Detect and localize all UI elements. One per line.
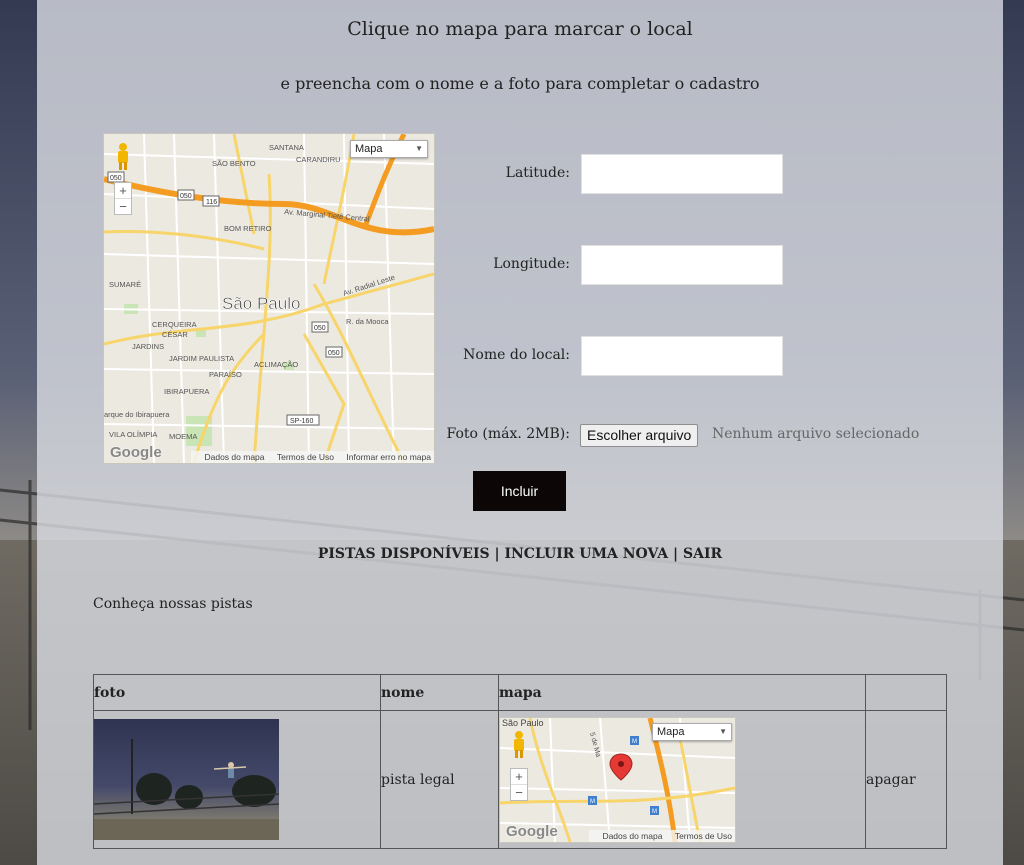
map-footer: Dados do mapa Termos de Uso Informar err… (191, 451, 434, 463)
map-type-dropdown[interactable]: Mapa ▼ (652, 722, 732, 741)
svg-text:050: 050 (328, 350, 340, 357)
location-picker-map[interactable]: SÃO BENTO SANTANA CARANDIRU BOM RETIRO S… (103, 133, 435, 464)
row-name-cell: pista legal (380, 710, 499, 849)
zoom-in-button[interactable]: + (115, 183, 131, 199)
svg-text:Av. Marginal Tietê Central: Av. Marginal Tietê Central (284, 207, 370, 223)
col-header-actions (865, 674, 947, 711)
map-data-link[interactable]: Dados do mapa (204, 452, 264, 462)
svg-text:arque do Ibirapuera: arque do Ibirapuera (104, 410, 170, 419)
longitude-label: Longitude: (493, 256, 570, 272)
page-subtitle: e preencha com o nome e a foto para comp… (280, 74, 760, 93)
nav-add-new-link[interactable]: INCLUIR UMA NOVA (504, 546, 668, 562)
svg-text:MOEMA: MOEMA (169, 432, 197, 441)
map-type-label: Mapa (355, 143, 383, 155)
svg-text:CERQUEIRA: CERQUEIRA (152, 320, 197, 329)
latitude-input[interactable] (581, 154, 783, 194)
svg-text:M: M (590, 799, 595, 805)
svg-text:SP-160: SP-160 (290, 418, 313, 425)
nav-available-tracks-link[interactable]: PISTAS DISPONÍVEIS (318, 546, 490, 562)
svg-text:CARANDIRU: CARANDIRU (296, 155, 341, 164)
svg-text:SÃO BENTO: SÃO BENTO (212, 159, 256, 168)
map-type-label: Mapa (657, 725, 685, 738)
latitude-label: Latitude: (505, 165, 570, 181)
chevron-down-icon: ▼ (415, 144, 423, 153)
row-map-cell: 5 de Ma M M M São Paulo + − Mapa ▼ Googl… (498, 710, 866, 849)
street-view-pegman-icon[interactable] (512, 730, 526, 758)
map-zoom-control[interactable]: + − (510, 767, 528, 801)
longitude-input[interactable] (581, 245, 783, 285)
choose-file-button[interactable]: Escolher arquivo (580, 424, 699, 447)
map-place-label: São Paulo (502, 717, 544, 728)
svg-text:SUMARÉ: SUMARÉ (109, 280, 141, 289)
nav-separator: | (668, 546, 683, 562)
tracks-table: foto nome mapa pista legal 5 de Ma M M M… (93, 674, 947, 849)
svg-text:050: 050 (110, 175, 122, 182)
svg-text:JARDIM PAULISTA: JARDIM PAULISTA (169, 354, 234, 363)
map-zoom-control[interactable]: + − (114, 182, 132, 215)
google-logo: Google (110, 444, 162, 461)
zoom-out-button[interactable]: − (115, 199, 131, 214)
svg-text:JARDINS: JARDINS (132, 342, 164, 351)
street-view-pegman-icon[interactable] (116, 142, 130, 170)
svg-text:M: M (652, 809, 657, 815)
zoom-out-button[interactable]: − (511, 785, 527, 800)
map-road-label: 5 de Ma (588, 731, 601, 757)
svg-text:M: M (632, 739, 637, 745)
svg-text:ACLIMAÇÃO: ACLIMAÇÃO (254, 360, 298, 369)
map-type-dropdown[interactable]: Mapa ▼ (350, 140, 428, 158)
map-footer: Dados do mapa Termos de Uso (589, 829, 735, 842)
terms-link[interactable]: Termos de Uso (277, 452, 334, 462)
table-row: pista legal 5 de Ma M M M São Paulo + − … (93, 710, 947, 849)
svg-text:São Paulo: São Paulo (222, 294, 300, 313)
terms-link[interactable]: Termos de Uso (675, 831, 732, 841)
submit-button[interactable]: Incluir (473, 471, 566, 511)
svg-text:VILA OLÍMPIA: VILA OLÍMPIA (109, 430, 157, 439)
svg-text:R. da Mooca: R. da Mooca (346, 317, 389, 326)
svg-text:PARAÍSO: PARAÍSO (209, 370, 242, 379)
table-header-row: foto nome mapa (93, 674, 947, 711)
location-name-input[interactable] (581, 336, 783, 376)
delete-link[interactable]: apagar (866, 772, 916, 788)
google-logo: Google (506, 822, 558, 840)
photo-label: Foto (máx. 2MB): (446, 426, 570, 442)
location-name-label: Nome do local: (463, 347, 570, 363)
intro-text: Conheça nossas pistas (93, 596, 253, 612)
svg-text:CÉSAR: CÉSAR (162, 330, 188, 339)
page-title: Clique no mapa para marcar o local (347, 18, 693, 40)
zoom-in-button[interactable]: + (511, 769, 527, 785)
svg-text:050: 050 (180, 193, 192, 200)
svg-text:BOM RETIRO: BOM RETIRO (224, 224, 272, 233)
col-header-nome: nome (380, 674, 499, 711)
svg-text:IBIRAPUERA: IBIRAPUERA (164, 387, 209, 396)
nav-links: PISTAS DISPONÍVEIS | INCLUIR UMA NOVA | … (0, 546, 1024, 562)
nav-logout-link[interactable]: SAIR (683, 546, 722, 562)
track-photo (94, 719, 279, 840)
svg-text:SANTANA: SANTANA (269, 143, 304, 152)
col-header-foto: foto (93, 674, 381, 711)
row-action-cell: apagar (865, 710, 947, 849)
track-location-map[interactable]: 5 de Ma M M M São Paulo + − Mapa ▼ Googl… (499, 716, 736, 843)
svg-text:116: 116 (206, 199, 217, 206)
nav-separator: | (489, 546, 505, 562)
report-error-link[interactable]: Informar erro no mapa (346, 452, 431, 462)
file-status: Nenhum arquivo selecionado (712, 426, 920, 442)
col-header-mapa: mapa (498, 674, 866, 711)
svg-text:050: 050 (314, 325, 326, 332)
row-photo-cell (93, 710, 381, 849)
chevron-down-icon: ▼ (719, 726, 727, 736)
map-data-link[interactable]: Dados do mapa (602, 831, 662, 841)
location-marker-icon[interactable] (609, 752, 633, 781)
